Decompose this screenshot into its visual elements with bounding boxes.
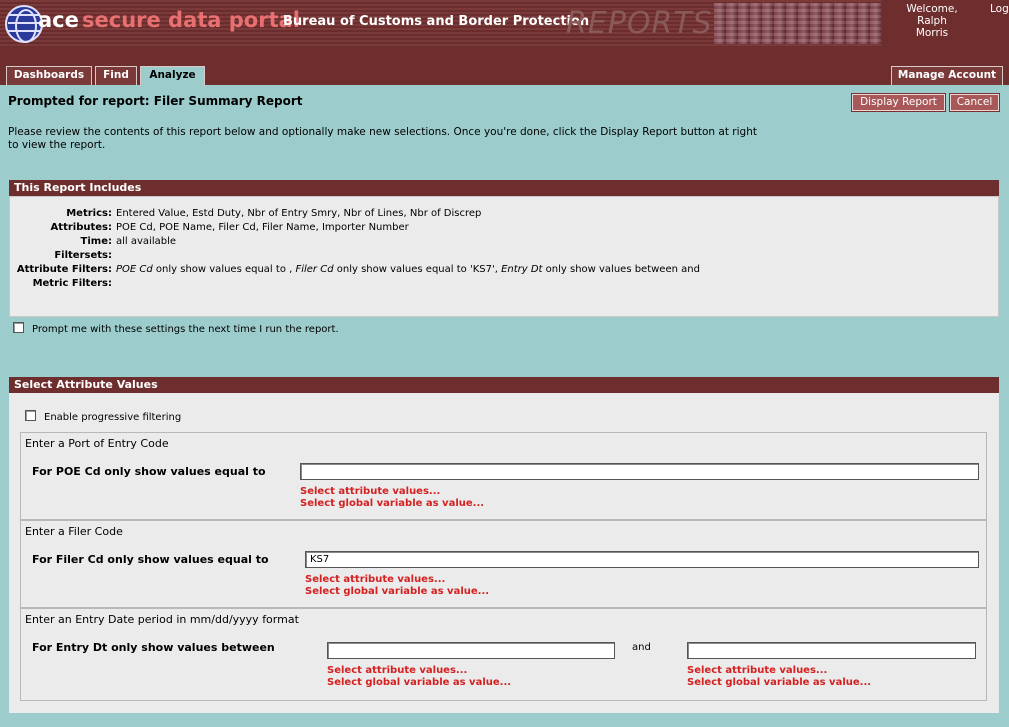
filer-select-attribute-link[interactable]: Select attribute values... (305, 574, 445, 585)
logo-ace: ace (38, 8, 79, 32)
header-bar: ace secure data portal Bureau of Customs… (0, 0, 1009, 86)
tab-analyze[interactable]: Analyze (140, 66, 205, 86)
poe-prompt-label: For POE Cd only show values equal to (32, 465, 266, 478)
intro-line-2: to view the report. (8, 139, 106, 151)
attributes-label: Attributes: (50, 222, 112, 233)
filer-select-global-link[interactable]: Select global variable as value... (305, 586, 489, 597)
logo-portal-name: secure data portal (82, 8, 300, 32)
user-last-name: Morris (915, 27, 949, 39)
flag-image (714, 3, 881, 44)
filtersets-label: Filtersets: (54, 250, 112, 261)
poe-code-input[interactable] (300, 463, 979, 480)
prompt-me-checkbox[interactable] (13, 322, 24, 333)
poe-select-global-link[interactable]: Select global variable as value... (300, 498, 484, 509)
entry-from-select-global-link[interactable]: Select global variable as value... (327, 677, 511, 688)
tab-find[interactable]: Find (95, 66, 137, 85)
reports-wordmark: REPORTS (566, 6, 713, 41)
filer-code-input[interactable] (305, 551, 979, 568)
prompt-me-label: Prompt me with these settings the next t… (32, 324, 339, 335)
display-report-button[interactable]: Display Report (851, 93, 946, 112)
filter-attr-filer: Filer Cd (295, 264, 334, 275)
entry-from-select-attribute-link[interactable]: Select attribute values... (327, 665, 467, 676)
attribute-filters-value: POE Cd only show values equal to , Filer… (116, 264, 700, 275)
attributes-value: POE Cd, POE Name, Filer Cd, Filer Name, … (116, 222, 409, 233)
entry-date-prompt-title: Enter an Entry Date period in mm/dd/yyyy… (25, 613, 299, 626)
filer-prompt-title: Enter a Filer Code (25, 525, 123, 538)
tab-dashboards[interactable]: Dashboards (6, 66, 92, 85)
intro-line-1: Please review the contents of this repor… (8, 126, 757, 138)
attribute-filters-label: Attribute Filters: (16, 264, 112, 275)
banner: ace secure data portal Bureau of Customs… (0, 0, 882, 46)
filter-attr-entry: Entry Dt (501, 264, 543, 275)
entry-date-prompt-box: Enter an Entry Date period in mm/dd/yyyy… (20, 608, 987, 701)
user-first-name: Ralph (917, 15, 947, 27)
poe-select-attribute-link[interactable]: Select attribute values... (300, 486, 440, 497)
welcome-user: Welcome, Ralph Morris (896, 3, 968, 39)
tab-manage-account[interactable]: Manage Account (891, 66, 1003, 85)
progressive-filtering-label: Enable progressive filtering (44, 412, 182, 423)
entry-to-select-attribute-link[interactable]: Select attribute values... (687, 665, 827, 676)
cancel-button[interactable]: Cancel (949, 93, 1000, 112)
entry-to-select-global-link[interactable]: Select global variable as value... (687, 677, 871, 688)
and-label: and (632, 642, 651, 653)
welcome-label: Welcome, (906, 3, 958, 15)
intro-text: Please review the contents of this repor… (8, 126, 828, 152)
page-title: Prompted for report: Filer Summary Repor… (8, 94, 303, 108)
metrics-value: Entered Value, Estd Duty, Nbr of Entry S… (116, 208, 482, 219)
entry-date-from-input[interactable] (327, 642, 615, 659)
report-includes-header: This Report Includes (9, 180, 999, 196)
poe-prompt-box: Enter a Port of Entry Code For POE Cd on… (20, 432, 987, 520)
filer-prompt-box: Enter a Filer Code For Filer Cd only sho… (20, 520, 987, 608)
metric-filters-label: Metric Filters: (32, 278, 112, 289)
poe-prompt-title: Enter a Port of Entry Code (25, 437, 169, 450)
filter-text-1: only show values equal to , (152, 264, 296, 275)
filter-text-3: only show values between and (542, 264, 700, 275)
report-includes-panel: Metrics: Entered Value, Estd Duty, Nbr o… (9, 196, 999, 317)
progressive-filtering-checkbox[interactable] (25, 410, 36, 421)
time-value: all available (116, 236, 176, 247)
metrics-label: Metrics: (66, 208, 112, 219)
logout-link[interactable]: Log (990, 3, 1009, 15)
filter-attr-poe: POE Cd (116, 264, 153, 275)
select-attribute-values-header: Select Attribute Values (9, 377, 999, 393)
time-label: Time: (80, 236, 112, 247)
bureau-name: Bureau of Customs and Border Protection (283, 14, 590, 29)
filer-prompt-label: For Filer Cd only show values equal to (32, 553, 269, 566)
filter-text-2: only show values equal to 'KS7', (333, 264, 502, 275)
entry-date-to-input[interactable] (687, 642, 976, 659)
entry-date-prompt-label: For Entry Dt only show values between (32, 641, 275, 654)
